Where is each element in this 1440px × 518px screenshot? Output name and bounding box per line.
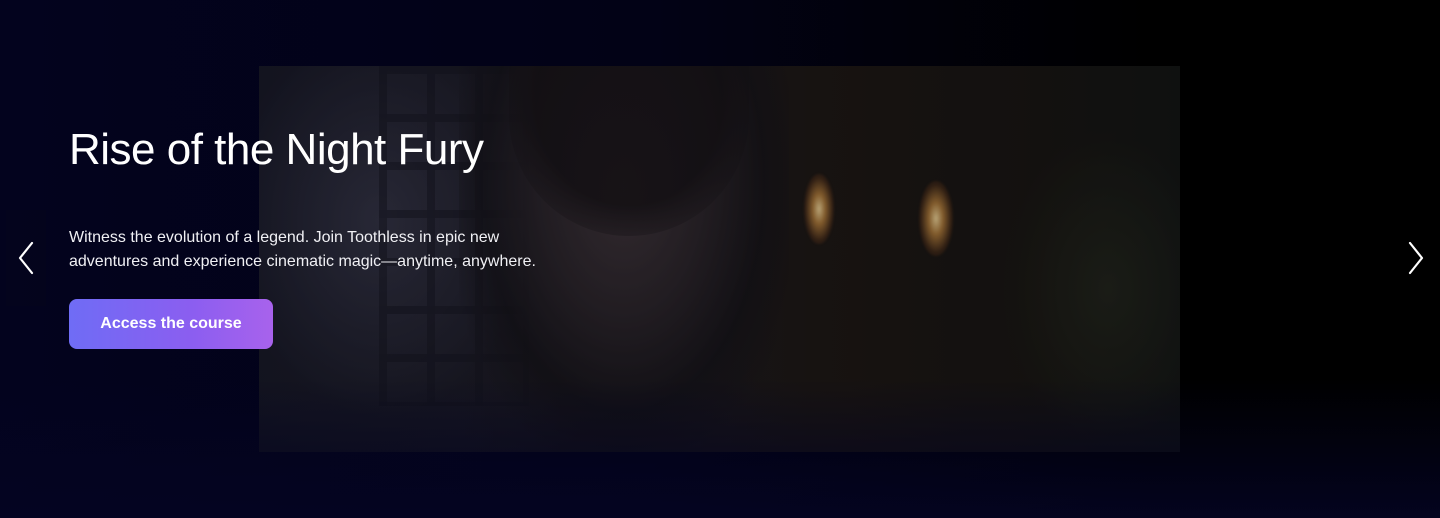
hero-title: Rise of the Night Fury (69, 125, 484, 174)
chevron-left-icon (18, 241, 34, 275)
hero-description: Witness the evolution of a legend. Join … (69, 229, 536, 270)
access-course-button[interactable]: Access the course (69, 299, 273, 349)
chevron-right-icon (1408, 241, 1424, 275)
carousel-next-button[interactable] (1396, 210, 1436, 306)
hero-bottom-fade (0, 378, 1440, 518)
hero-banner: Rise of the Night Fury Witness the evolu… (0, 0, 1440, 518)
carousel-prev-button[interactable] (6, 210, 46, 306)
